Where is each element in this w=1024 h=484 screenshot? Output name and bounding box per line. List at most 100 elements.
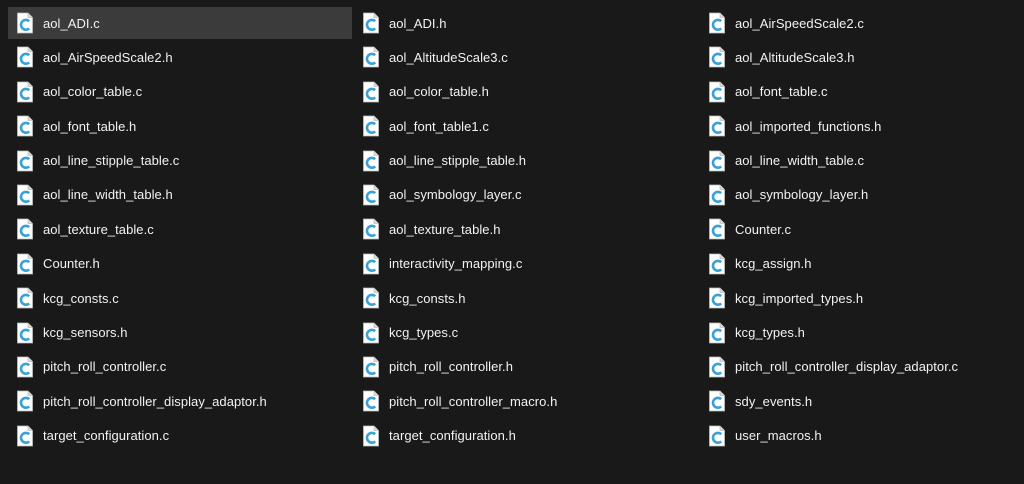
c-source-file-icon	[362, 218, 380, 240]
file-name-label: kcg_sensors.h	[43, 325, 128, 341]
file-name-label: pitch_roll_controller.c	[43, 359, 167, 375]
c-source-file-icon	[708, 218, 726, 240]
c-source-file-icon	[708, 390, 726, 412]
file-item[interactable]: aol_font_table1.c	[354, 110, 700, 142]
file-name-label: aol_font_table1.c	[389, 118, 489, 134]
c-source-file-icon	[16, 253, 34, 275]
c-source-file-icon	[362, 322, 380, 344]
file-name-label: aol_texture_table.h	[389, 221, 501, 237]
file-name-label: aol_line_width_table.h	[43, 187, 173, 203]
file-item[interactable]: kcg_assign.h	[700, 248, 1024, 280]
file-name-label: aol_AltitudeScale3.c	[389, 49, 508, 65]
c-source-file-icon	[16, 287, 34, 309]
file-name-label: kcg_types.h	[735, 325, 805, 341]
file-name-label: kcg_consts.c	[43, 290, 119, 306]
c-source-file-icon	[16, 46, 34, 68]
c-source-file-icon	[362, 253, 380, 275]
file-name-label: aol_line_stipple_table.c	[43, 153, 180, 169]
file-name-label: aol_imported_functions.h	[735, 118, 882, 134]
file-name-label: Counter.c	[735, 221, 792, 237]
c-source-file-icon	[16, 322, 34, 344]
file-item[interactable]: pitch_roll_controller.c	[8, 351, 354, 383]
file-item[interactable]: aol_AirSpeedScale2.c	[700, 7, 1024, 39]
file-item[interactable]: aol_font_table.h	[8, 110, 354, 142]
file-item[interactable]: pitch_roll_controller_display_adaptor.h	[8, 385, 354, 417]
file-name-label: aol_AltitudeScale3.h	[735, 49, 855, 65]
file-item[interactable]: aol_AltitudeScale3.h	[700, 41, 1024, 73]
file-name-label: aol_AirSpeedScale2.c	[735, 15, 864, 31]
file-name-label: Counter.h	[43, 256, 100, 272]
file-item[interactable]: aol_imported_functions.h	[700, 110, 1024, 142]
c-source-file-icon	[362, 150, 380, 172]
file-item[interactable]: aol_ADI.h	[354, 7, 700, 39]
c-source-file-icon	[16, 115, 34, 137]
file-item[interactable]: aol_font_table.c	[700, 76, 1024, 108]
c-source-file-icon	[708, 12, 726, 34]
file-name-label: kcg_consts.h	[389, 290, 466, 306]
file-item[interactable]: aol_AltitudeScale3.c	[354, 41, 700, 73]
file-name-label: target_configuration.c	[43, 428, 170, 444]
file-name-label: aol_color_table.h	[389, 84, 489, 100]
file-item[interactable]: aol_symbology_layer.c	[354, 179, 700, 211]
file-item[interactable]: kcg_sensors.h	[8, 317, 354, 349]
c-source-file-icon	[16, 425, 34, 447]
file-name-label: aol_line_width_table.c	[735, 153, 865, 169]
file-item[interactable]: aol_AirSpeedScale2.h	[8, 41, 354, 73]
c-source-file-icon	[16, 218, 34, 240]
c-source-file-icon	[708, 322, 726, 344]
c-source-file-icon	[708, 425, 726, 447]
c-source-file-icon	[16, 356, 34, 378]
file-name-label: aol_font_table.h	[43, 118, 137, 134]
c-source-file-icon	[708, 46, 726, 68]
file-item[interactable]: pitch_roll_controller_macro.h	[354, 385, 700, 417]
c-source-file-icon	[16, 81, 34, 103]
file-name-label: kcg_assign.h	[735, 256, 812, 272]
file-item[interactable]: aol_line_stipple_table.c	[8, 145, 354, 177]
c-source-file-icon	[362, 356, 380, 378]
file-item[interactable]: sdy_events.h	[700, 385, 1024, 417]
file-name-label: kcg_imported_types.h	[735, 290, 864, 306]
file-name-label: aol_ADI.h	[389, 15, 447, 31]
file-item[interactable]: aol_line_stipple_table.h	[354, 145, 700, 177]
file-name-label: interactivity_mapping.c	[389, 256, 523, 272]
file-item[interactable]: aol_line_width_table.h	[8, 179, 354, 211]
file-item[interactable]: pitch_roll_controller_display_adaptor.c	[700, 351, 1024, 383]
file-name-label: sdy_events.h	[735, 393, 813, 409]
file-name-label: pitch_roll_controller.h	[389, 359, 513, 375]
c-source-file-icon	[362, 46, 380, 68]
c-source-file-icon	[362, 12, 380, 34]
file-item[interactable]: aol_texture_table.c	[8, 213, 354, 245]
c-source-file-icon	[362, 425, 380, 447]
file-item[interactable]: kcg_imported_types.h	[700, 282, 1024, 314]
file-name-label: aol_color_table.c	[43, 84, 143, 100]
file-name-label: pitch_roll_controller_macro.h	[389, 393, 558, 409]
file-item[interactable]: interactivity_mapping.c	[354, 248, 700, 280]
file-name-label: aol_line_stipple_table.h	[389, 153, 527, 169]
file-item[interactable]: pitch_roll_controller.h	[354, 351, 700, 383]
file-item[interactable]: Counter.h	[8, 248, 354, 280]
c-source-file-icon	[16, 150, 34, 172]
file-item[interactable]: aol_symbology_layer.h	[700, 179, 1024, 211]
file-item[interactable]: kcg_types.c	[354, 317, 700, 349]
file-item[interactable]: aol_color_table.h	[354, 76, 700, 108]
c-source-file-icon	[708, 81, 726, 103]
file-item[interactable]: aol_color_table.c	[8, 76, 354, 108]
file-name-label: aol_font_table.c	[735, 84, 828, 100]
c-source-file-icon	[708, 150, 726, 172]
file-item[interactable]: kcg_consts.c	[8, 282, 354, 314]
file-name-label: user_macros.h	[735, 428, 822, 444]
file-item[interactable]: target_configuration.c	[8, 420, 354, 452]
c-source-file-icon	[362, 287, 380, 309]
file-item[interactable]: user_macros.h	[700, 420, 1024, 452]
file-name-label: kcg_types.c	[389, 325, 459, 341]
file-item[interactable]: target_configuration.h	[354, 420, 700, 452]
file-item[interactable]: kcg_consts.h	[354, 282, 700, 314]
file-item[interactable]: aol_ADI.c	[8, 7, 352, 39]
c-source-file-icon	[16, 12, 34, 34]
file-item[interactable]: aol_texture_table.h	[354, 213, 700, 245]
c-source-file-icon	[362, 81, 380, 103]
file-item[interactable]: kcg_types.h	[700, 317, 1024, 349]
file-item[interactable]: aol_line_width_table.c	[700, 145, 1024, 177]
file-item[interactable]: Counter.c	[700, 213, 1024, 245]
file-name-label: target_configuration.h	[389, 428, 516, 444]
